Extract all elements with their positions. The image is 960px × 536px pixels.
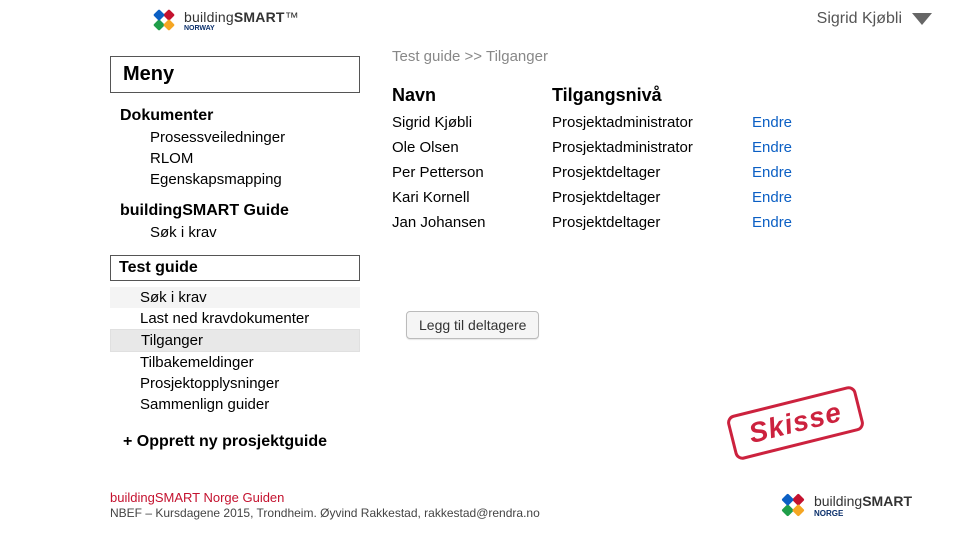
footer-logo: buildingSMART NORGE: [778, 490, 912, 520]
cell-name: Jan Johansen: [392, 210, 552, 235]
chevron-down-icon: [912, 13, 932, 25]
edit-link[interactable]: Endre: [752, 160, 912, 185]
main-content: Test guide >> Tilganger Navn Tilgangsniv…: [392, 48, 912, 339]
menu-title: Meny: [110, 56, 360, 93]
table-row: Kari Kornell Prosjektdeltager Endre: [392, 185, 912, 210]
menu-item-sok-i-krav-2[interactable]: Søk i krav: [110, 287, 360, 308]
menu-item-sok-i-krav-1[interactable]: Søk i krav: [120, 222, 360, 243]
table-row: Per Petterson Prosjektdeltager Endre: [392, 160, 912, 185]
bs-logo-icon: [778, 490, 808, 520]
edit-link[interactable]: Endre: [752, 210, 912, 235]
col-header-name: Navn: [392, 81, 552, 110]
add-participants-button[interactable]: Legg til deltagere: [406, 311, 539, 339]
menu-group-bsguide: buildingSMART Guide Søk i krav: [110, 200, 360, 243]
menu-heading-dokumenter[interactable]: Dokumenter: [120, 105, 360, 127]
access-table: Navn Tilgangsnivå Sigrid Kjøbli Prosjekt…: [392, 81, 912, 235]
cell-level: Prosjektdeltager: [552, 160, 752, 185]
header: buildingSMART™ NORWAY Sigrid Kjøbli: [0, 0, 960, 48]
cell-level: Prosjektadministrator: [552, 110, 752, 135]
brand-text: buildingSMART™: [184, 9, 299, 25]
menu-item-last-ned[interactable]: Last ned kravdokumenter: [110, 308, 360, 329]
cell-level: Prosjektdeltager: [552, 210, 752, 235]
brand-region: NORWAY: [184, 25, 299, 32]
menu-item-tilganger[interactable]: Tilganger: [110, 329, 360, 352]
menu-item-rlom[interactable]: RLOM: [120, 148, 360, 169]
menu-item-prosessveiledninger[interactable]: Prosessveiledninger: [120, 127, 360, 148]
menu-heading-testguide[interactable]: Test guide: [110, 255, 360, 281]
cell-name: Kari Kornell: [392, 185, 552, 210]
footer-sub: NBEF – Kursdagene 2015, Trondheim. Øyvin…: [110, 506, 540, 522]
edit-link[interactable]: Endre: [752, 135, 912, 160]
create-new-guide[interactable]: + Opprett ny prosjektguide: [110, 433, 360, 451]
draft-stamp: Skisse: [726, 385, 866, 462]
menu-item-tilbakemeldinger[interactable]: Tilbakemeldinger: [110, 352, 360, 373]
menu-item-prosjektopplysninger[interactable]: Prosjektopplysninger: [110, 373, 360, 394]
footer-title: buildingSMART Norge Guiden: [110, 490, 540, 507]
col-header-level: Tilgangsnivå: [552, 81, 752, 110]
table-header: Navn Tilgangsnivå: [392, 81, 912, 110]
user-name: Sigrid Kjøbli: [817, 10, 902, 28]
cell-level: Prosjektdeltager: [552, 185, 752, 210]
bs-logo-icon: [150, 6, 178, 34]
edit-link[interactable]: Endre: [752, 185, 912, 210]
sidebar: Meny Dokumenter Prosessveiledninger RLOM…: [110, 56, 360, 451]
table-row: Sigrid Kjøbli Prosjektadministrator Endr…: [392, 110, 912, 135]
menu-heading-bsguide[interactable]: buildingSMART Guide: [120, 200, 360, 222]
menu-item-sammenlign[interactable]: Sammenlign guider: [110, 394, 360, 415]
user-menu[interactable]: Sigrid Kjøbli: [817, 10, 932, 28]
table-row: Jan Johansen Prosjektdeltager Endre: [392, 210, 912, 235]
cell-name: Ole Olsen: [392, 135, 552, 160]
menu-group-dokumenter: Dokumenter Prosessveiledninger RLOM Egen…: [110, 105, 360, 190]
cell-name: Sigrid Kjøbli: [392, 110, 552, 135]
cell-name: Per Petterson: [392, 160, 552, 185]
footer: buildingSMART Norge Guiden NBEF – Kursda…: [110, 490, 540, 522]
table-row: Ole Olsen Prosjektadministrator Endre: [392, 135, 912, 160]
cell-level: Prosjektadministrator: [552, 135, 752, 160]
footer-brand-region: NORGE: [814, 509, 912, 518]
edit-link[interactable]: Endre: [752, 110, 912, 135]
footer-brand-text: buildingSMART: [814, 493, 912, 509]
menu-item-egenskapsmapping[interactable]: Egenskapsmapping: [120, 169, 360, 190]
breadcrumb: Test guide >> Tilganger: [392, 48, 912, 65]
